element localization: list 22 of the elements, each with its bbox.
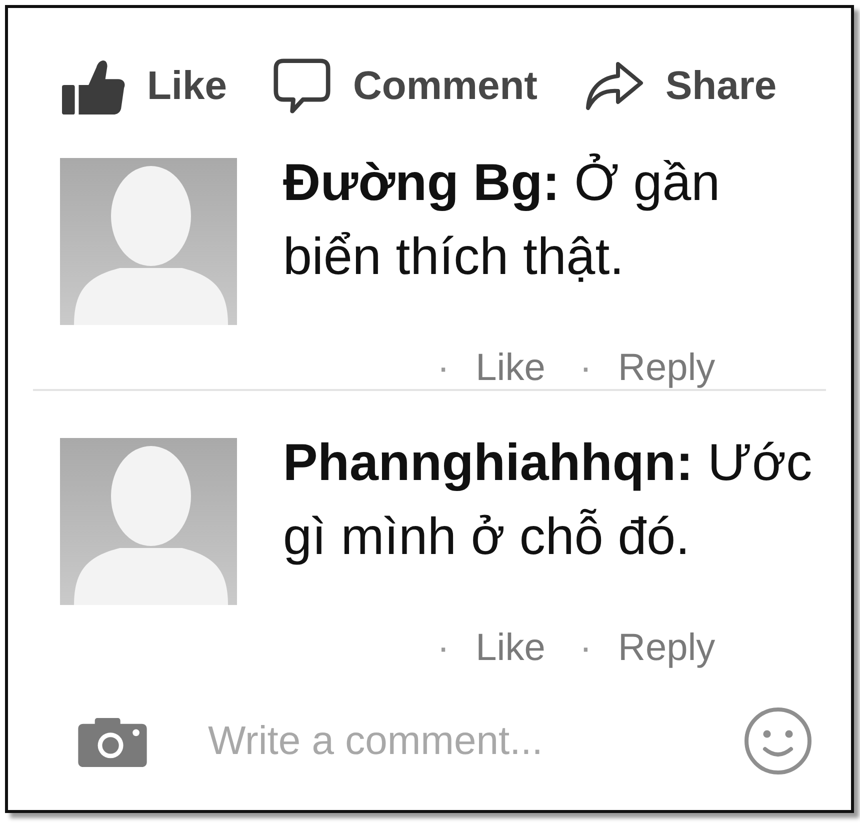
like-button[interactable]: Like	[62, 57, 228, 115]
camera-icon	[78, 716, 147, 766]
comment-button[interactable]: Comment	[273, 57, 538, 115]
smiley-icon	[744, 707, 812, 775]
share-arrow-icon	[584, 61, 644, 111]
comment-text: Đường Bg: Ở gần biển thích thật.	[283, 154, 720, 286]
comment-action-link[interactable]: Reply	[618, 629, 716, 667]
avatar-icon	[60, 158, 237, 325]
dot-separator: ·	[437, 629, 450, 667]
dot-separator: ·	[437, 349, 450, 387]
emoji-button[interactable]	[744, 707, 812, 775]
speech-bubble-icon	[273, 57, 332, 115]
comment-action-link[interactable]: Like	[476, 629, 546, 667]
comment-text: Phannghiahhqn: Ước gì mình ở chỗ đó.	[283, 434, 812, 566]
comment-action-link[interactable]: Reply	[618, 349, 716, 387]
dot-separator: ·	[579, 629, 592, 667]
share-button[interactable]: Share	[584, 61, 777, 111]
avatar-icon	[60, 438, 237, 605]
comment-input[interactable]: Write a comment...	[208, 716, 683, 766]
camera-button[interactable]	[78, 716, 147, 766]
comment-action-link[interactable]: Like	[476, 349, 546, 387]
dot-separator: ·	[579, 349, 592, 387]
